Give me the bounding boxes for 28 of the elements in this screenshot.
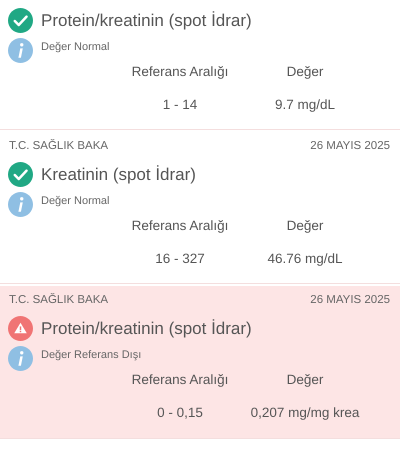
info-icon bbox=[8, 192, 33, 217]
institution-name: T.C. SAĞLIK BAKA bbox=[9, 140, 108, 152]
result-date: 26 MAYIS 2025 bbox=[310, 140, 390, 152]
status-note: Değer Normal bbox=[41, 195, 110, 207]
column-header: Referans Aralığı bbox=[132, 218, 228, 233]
institution-name: T.C. SAĞLIK BAKA bbox=[9, 294, 108, 306]
reference-range: 16 - 327 bbox=[155, 251, 205, 266]
check-icon bbox=[8, 8, 33, 33]
result-value: 9.7 mg/dL bbox=[274, 97, 336, 112]
status-note: Değer Referans Dışı bbox=[41, 349, 142, 361]
info-icon bbox=[8, 38, 33, 63]
result-value: 0,207 mg/mg krea bbox=[250, 405, 360, 420]
test-name: Protein/kreatinin (spot İdrar) bbox=[41, 10, 252, 30]
warning-icon bbox=[8, 316, 33, 341]
status-note: Değer Normal bbox=[41, 41, 110, 53]
result-date: 26 MAYIS 2025 bbox=[310, 294, 390, 306]
info-icon bbox=[8, 346, 33, 371]
column-header: Referans Aralığı bbox=[132, 64, 228, 79]
reference-range: 0 - 0,15 bbox=[157, 405, 203, 420]
column-header: Değer bbox=[286, 218, 324, 233]
column-header: Değer bbox=[286, 64, 324, 79]
check-icon bbox=[8, 162, 33, 187]
column-header: Referans Aralığı bbox=[132, 372, 228, 387]
test-name: Kreatinin (spot İdrar) bbox=[41, 164, 196, 184]
column-header: Değer bbox=[286, 372, 324, 387]
test-name: Protein/kreatinin (spot İdrar) bbox=[41, 318, 252, 338]
reference-range: 1 - 14 bbox=[162, 97, 198, 112]
result-value: 46.76 mg/dL bbox=[267, 251, 343, 266]
